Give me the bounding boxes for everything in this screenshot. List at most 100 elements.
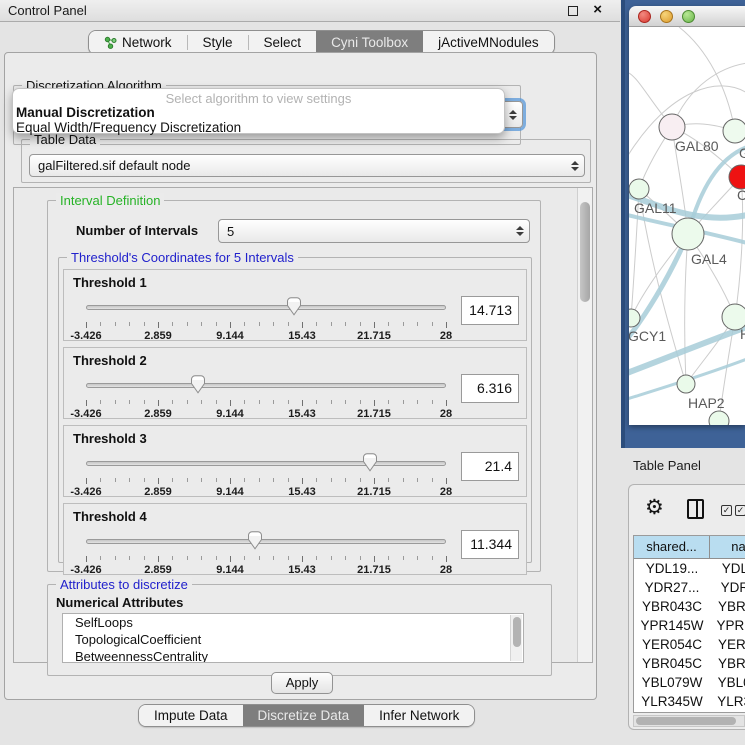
threshold-panel: Threshold 1 -3.4262.8599.14415.4321.7152… xyxy=(63,269,527,341)
slider-track[interactable] xyxy=(86,539,446,544)
threshold-slider[interactable]: -3.4262.8599.14415.4321.71528 xyxy=(86,298,446,340)
slider-thumb[interactable] xyxy=(362,453,378,472)
network-window: GAL80GACGAL11GAL4GCY1HHAP2 xyxy=(629,6,745,425)
tick-label: 28 xyxy=(440,408,452,420)
list-scrollbar[interactable] xyxy=(510,615,522,661)
slider-track[interactable] xyxy=(86,461,446,466)
table-hscrollbar[interactable] xyxy=(633,715,745,727)
close-traffic-icon[interactable] xyxy=(638,10,651,23)
tick-label: 9.144 xyxy=(216,408,244,420)
tab-jactivemnodules[interactable]: jActiveMNodules xyxy=(423,31,554,54)
threshold-slider[interactable]: -3.4262.8599.14415.4321.71528 xyxy=(86,532,446,574)
numerical-attributes-label: Numerical Attributes xyxy=(56,595,183,610)
node-label: GAL4 xyxy=(691,251,727,267)
threshold-slider[interactable]: -3.4262.8599.14415.4321.71528 xyxy=(86,376,446,418)
network-icon xyxy=(104,36,117,49)
attribute-item[interactable]: BetweennessCentrality xyxy=(63,648,523,663)
node-label: GCY1 xyxy=(629,328,666,344)
network-node[interactable] xyxy=(677,375,695,393)
tab-select[interactable]: Select xyxy=(249,31,317,54)
tick-label: 2.859 xyxy=(144,408,172,420)
slider-track[interactable] xyxy=(86,383,446,388)
network-node[interactable] xyxy=(659,114,685,140)
network-node[interactable] xyxy=(672,218,704,250)
threshold-label: Threshold 2 xyxy=(73,353,147,368)
network-node[interactable] xyxy=(723,119,745,143)
table-row[interactable]: YBR045CYBR045C xyxy=(634,654,745,673)
node-label: GA xyxy=(739,145,745,161)
slider-thumb[interactable] xyxy=(247,531,263,550)
network-node[interactable] xyxy=(629,179,649,199)
tick-label: -3.426 xyxy=(70,564,101,576)
column-header[interactable]: name xyxy=(710,536,745,558)
combo-arrows-icon xyxy=(504,110,522,120)
table-row[interactable]: YDR27...YDR27... xyxy=(634,578,745,597)
table-row[interactable]: YLR345WYLR345W xyxy=(634,692,745,711)
table-row[interactable]: YBL079WYBL079W xyxy=(634,673,745,692)
popup-option-manual[interactable]: Manual Discretization xyxy=(16,105,155,120)
table-row[interactable]: YBR043CYBR043C xyxy=(634,597,745,616)
network-canvas[interactable]: GAL80GACGAL11GAL4GCY1HHAP2 xyxy=(629,27,745,425)
numerical-attributes-list[interactable]: SelfLoopsTopologicalCoefficientBetweenne… xyxy=(62,613,524,663)
threshold-value-field[interactable]: 14.713 xyxy=(461,296,519,325)
tab-infer-network[interactable]: Infer Network xyxy=(364,705,474,726)
node-label: C xyxy=(737,187,745,203)
tick-label: 9.144 xyxy=(216,330,244,342)
slider-thumb[interactable] xyxy=(190,375,206,394)
table-data-combo[interactable]: galFiltered.sif default node xyxy=(29,154,585,177)
tick-label: 2.859 xyxy=(144,330,172,342)
tick-label: 2.859 xyxy=(144,486,172,498)
column-header[interactable]: shared... xyxy=(634,536,710,558)
threshold-value-field[interactable]: 6.316 xyxy=(461,374,519,403)
slider-thumb[interactable] xyxy=(286,297,302,316)
network-window-titlebar xyxy=(629,6,745,27)
gear-icon[interactable]: ⚙ xyxy=(645,495,664,520)
table-panel-title: Table Panel xyxy=(633,458,701,473)
tab-discretize-data[interactable]: Discretize Data xyxy=(243,705,365,726)
table-data-group: Table Data galFiltered.sif default node xyxy=(21,139,591,183)
minimize-traffic-icon[interactable] xyxy=(660,10,673,23)
algorithm-popup-hint: Select algorithm to view settings xyxy=(13,91,504,106)
slider-track[interactable] xyxy=(86,305,446,310)
tick-label: 15.43 xyxy=(288,330,316,342)
columns-icon[interactable] xyxy=(687,499,704,519)
popup-option-equal-width[interactable]: Equal Width/Frequency Discretization xyxy=(16,120,241,135)
table-row[interactable]: YDL19...YDL19... xyxy=(634,559,745,578)
network-node[interactable] xyxy=(709,411,729,425)
bottom-tabstrip: Impute DataDiscretize DataInfer Network xyxy=(138,704,475,727)
table-row[interactable]: YPR145WYPR145W xyxy=(634,616,745,635)
close-icon[interactable]: × xyxy=(593,1,602,18)
tick-label: 21.715 xyxy=(357,564,391,576)
settings-scrollbar[interactable] xyxy=(577,188,592,662)
threshold-slider[interactable]: -3.4262.8599.14415.4321.71528 xyxy=(86,454,446,496)
threshold-value-field[interactable]: 21.4 xyxy=(461,452,519,481)
attribute-item[interactable]: TopologicalCoefficient xyxy=(63,631,523,648)
node-table: shared...name YDL19...YDL19...YDR27...YD… xyxy=(633,535,745,713)
tab-impute-data[interactable]: Impute Data xyxy=(139,705,243,726)
cyni-toolbox-panel: Discretization Algorithm Table Data galF… xyxy=(4,52,597,700)
tab-network[interactable]: Network xyxy=(89,31,187,54)
threshold-label: Threshold 1 xyxy=(73,275,147,290)
table-row[interactable]: YER054CYER054C xyxy=(634,635,745,654)
threshold-panel: Threshold 3 -3.4262.8599.14415.4321.7152… xyxy=(63,425,527,497)
tick-label: 2.859 xyxy=(144,564,172,576)
attribute-item[interactable]: SelfLoops xyxy=(63,614,523,631)
number-of-intervals-value: 5 xyxy=(219,224,511,239)
tab-cyni-toolbox[interactable]: Cyni Toolbox xyxy=(316,31,423,54)
apply-button[interactable]: Apply xyxy=(271,672,333,694)
threshold-panel: Threshold 2 -3.4262.8599.14415.4321.7152… xyxy=(63,347,527,419)
threshold-value-field[interactable]: 11.344 xyxy=(461,530,519,559)
zoom-traffic-icon[interactable] xyxy=(682,10,695,23)
number-of-intervals-label: Number of Intervals xyxy=(76,223,198,238)
table-row[interactable]: YIL052CYIL052C xyxy=(634,711,745,713)
attributes-group: Attributes to discretize Numerical Attri… xyxy=(47,584,552,676)
float-icon[interactable] xyxy=(568,6,578,16)
algorithm-popup: Select algorithm to view settings Manual… xyxy=(12,88,505,134)
checkbox-icon[interactable]: ✓ xyxy=(721,505,732,516)
tick-label: 9.144 xyxy=(216,564,244,576)
tab-style[interactable]: Style xyxy=(188,31,248,54)
tick-label: 28 xyxy=(440,486,452,498)
number-of-intervals-spinner[interactable]: 5 xyxy=(218,219,530,243)
checkbox-icon[interactable]: ✓ xyxy=(735,505,745,516)
node-label: H xyxy=(740,326,745,342)
